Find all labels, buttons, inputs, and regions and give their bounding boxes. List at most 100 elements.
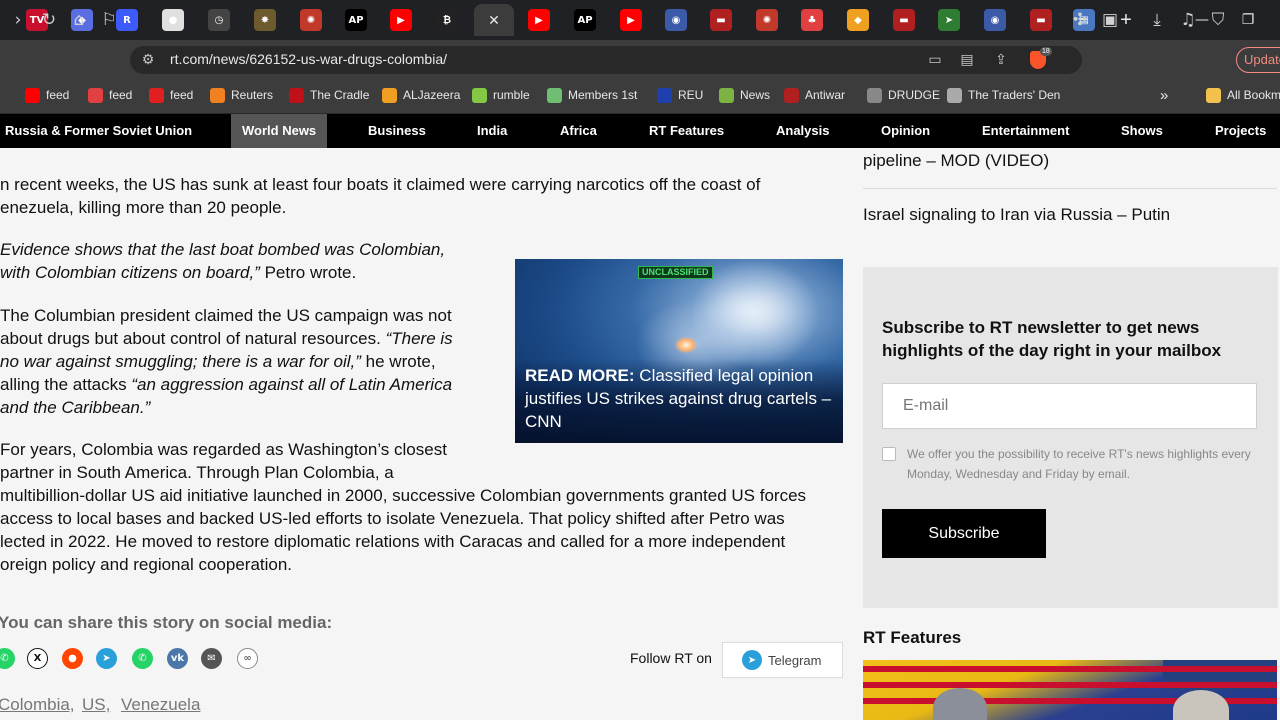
- bookmark-item[interactable]: feed: [149, 86, 193, 104]
- follow-label: Follow RT on: [630, 650, 712, 666]
- telegram-follow-button[interactable]: ➤ Telegram: [722, 642, 843, 678]
- feature-image[interactable]: [863, 660, 1277, 720]
- bookmark-item[interactable]: feed: [25, 86, 69, 104]
- sun-ring-icon[interactable]: ✺: [756, 9, 778, 31]
- mushroom-icon[interactable]: ♣: [801, 9, 823, 31]
- update-button[interactable]: Update: [1236, 47, 1280, 73]
- nav-item-business[interactable]: Business: [368, 114, 426, 148]
- bookmark-item[interactable]: News: [719, 86, 770, 104]
- cast-icon[interactable]: ▭: [925, 50, 945, 70]
- nav-item-africa[interactable]: Africa: [560, 114, 597, 148]
- tag-link[interactable]: US,: [82, 695, 110, 715]
- bookmark-label: Members 1st: [568, 88, 638, 102]
- user-icon[interactable]: ◉: [665, 9, 687, 31]
- bookmark-item[interactable]: REU: [657, 86, 703, 104]
- bookmark-item[interactable]: ALJazeera: [382, 86, 460, 104]
- seal-icon[interactable]: ✸: [254, 9, 276, 31]
- nav-item-russia-former-soviet-union[interactable]: Russia & Former Soviet Union: [5, 114, 192, 148]
- sun-ring-icon[interactable]: ✺: [300, 9, 322, 31]
- share-page-icon[interactable]: ⇪: [991, 50, 1011, 70]
- nav-item-shows[interactable]: Shows: [1121, 114, 1163, 148]
- email-field[interactable]: [882, 383, 1257, 429]
- bookmark-item[interactable]: The Cradle: [289, 86, 369, 104]
- flag-icon[interactable]: ▬: [1030, 9, 1052, 31]
- bookmark-item[interactable]: Antiwar: [784, 86, 845, 104]
- nav-item-rt-features[interactable]: RT Features: [649, 114, 724, 148]
- mountain-icon: [547, 87, 562, 103]
- consent-checkbox[interactable]: [882, 447, 896, 461]
- media-icon[interactable]: ♫: [1176, 8, 1200, 32]
- ap-icon[interactable]: AP: [345, 9, 367, 31]
- article-paragraph: The Columbian president claimed the US c…: [0, 306, 453, 417]
- bookmark-label: rumble: [493, 88, 530, 102]
- forward-icon[interactable]: ›: [6, 8, 30, 32]
- bookmark-item[interactable]: rumble: [472, 86, 530, 104]
- al-jazeera-icon: [382, 87, 397, 103]
- portrait-figure: [933, 688, 987, 720]
- bookmark-icon[interactable]: ⚐: [97, 8, 121, 32]
- read-more-card[interactable]: UNCLASSIFIED READ MORE: Classified legal…: [515, 259, 843, 443]
- nav-item-india[interactable]: India: [477, 114, 507, 148]
- bookmark-item[interactable]: DRUDGE: [867, 86, 940, 104]
- share-x-icon[interactable]: X: [27, 648, 48, 669]
- site-settings-icon[interactable]: ⚙: [138, 50, 158, 70]
- share-vk-icon[interactable]: vk: [167, 648, 188, 669]
- article-paragraph: n recent weeks, the US has sunk at least…: [0, 175, 761, 217]
- share-email-icon[interactable]: ✉: [201, 648, 222, 669]
- bookmark-label: feed: [109, 88, 133, 102]
- downloads-icon[interactable]: ⤓: [1145, 8, 1169, 32]
- bitcoin-icon[interactable]: ₿: [436, 9, 458, 31]
- nav-item-opinion[interactable]: Opinion: [881, 114, 930, 148]
- article-paragraph: For years, Colombia was regarded as Wash…: [0, 440, 807, 574]
- copy-link-icon[interactable]: ∞: [237, 648, 258, 669]
- home-icon[interactable]: ⌂: [67, 8, 91, 32]
- share-telegram-icon[interactable]: ➤: [96, 648, 117, 669]
- c-icon: [149, 87, 164, 103]
- subscribe-button[interactable]: Subscribe: [882, 509, 1046, 558]
- bookmark-item[interactable]: The Traders' Den: [947, 86, 1060, 104]
- ap-icon[interactable]: AP: [574, 9, 596, 31]
- bookmark-label: ALJazeera: [403, 88, 461, 102]
- share-whatsapp-icon[interactable]: ✆: [0, 648, 15, 669]
- al-jazeera-icon[interactable]: ◆: [847, 9, 869, 31]
- arrow-icon[interactable]: ➤: [938, 9, 960, 31]
- bookmarks-overflow-icon[interactable]: »: [1160, 86, 1168, 104]
- url-text[interactable]: rt.com/news/626152-us-war-drugs-colombia…: [170, 51, 447, 67]
- nav-item-projects[interactable]: Projects: [1215, 114, 1266, 148]
- vpn-shield-icon[interactable]: ⛉: [1206, 8, 1230, 32]
- extensions-icon[interactable]: ✣: [1068, 8, 1092, 32]
- youtube-icon[interactable]: ▶: [620, 9, 642, 31]
- read-more-text[interactable]: READ MORE: Classified legal opinion just…: [525, 364, 837, 433]
- bookmark-item[interactable]: Members 1st: [547, 86, 637, 104]
- flag-icon[interactable]: ▬: [893, 9, 915, 31]
- reu-icon: [657, 87, 672, 103]
- user-icon[interactable]: ◉: [984, 9, 1006, 31]
- all-bookmarks[interactable]: All Bookm: [1206, 86, 1280, 104]
- sidebar-news-link[interactable]: pipeline – MOD (VIDEO): [863, 151, 1049, 171]
- tag-link[interactable]: Colombia,: [0, 695, 75, 715]
- sidebar-news-link[interactable]: Israel signaling to Iran via Russia – Pu…: [863, 205, 1170, 225]
- newsletter-title: Subscribe to RT newsletter to get news h…: [882, 318, 1222, 360]
- chrome-ball-icon[interactable]: ●: [162, 9, 184, 31]
- flag-stripe: [863, 666, 1277, 672]
- tag-link[interactable]: Venezuela: [121, 695, 200, 715]
- bookmark-item[interactable]: feed: [88, 86, 132, 104]
- wallet-icon[interactable]: ▣: [1098, 8, 1122, 32]
- reload-icon[interactable]: ↻: [37, 8, 61, 32]
- nav-item-world-news[interactable]: World News: [231, 114, 328, 148]
- flag-icon[interactable]: ▬: [710, 9, 732, 31]
- nav-item-analysis[interactable]: Analysis: [776, 114, 829, 148]
- close-tab-icon[interactable]: ✕: [474, 4, 514, 36]
- share-reddit-icon[interactable]: ●: [62, 648, 83, 669]
- bookmark-item[interactable]: Reuters: [210, 86, 273, 104]
- reader-mode-icon[interactable]: ▤: [957, 50, 977, 70]
- news-icon: [719, 87, 734, 103]
- youtube-icon[interactable]: ▶: [528, 9, 550, 31]
- share-whatsapp-icon[interactable]: ✆: [132, 648, 153, 669]
- youtube-icon[interactable]: ▶: [390, 9, 412, 31]
- nav-item-entertainment[interactable]: Entertainment: [982, 114, 1069, 148]
- telegram-icon: ➤: [742, 650, 762, 670]
- restore-icon[interactable]: ❐: [1228, 6, 1268, 34]
- clock-icon[interactable]: ◷: [208, 9, 230, 31]
- rumble-icon: [472, 87, 487, 103]
